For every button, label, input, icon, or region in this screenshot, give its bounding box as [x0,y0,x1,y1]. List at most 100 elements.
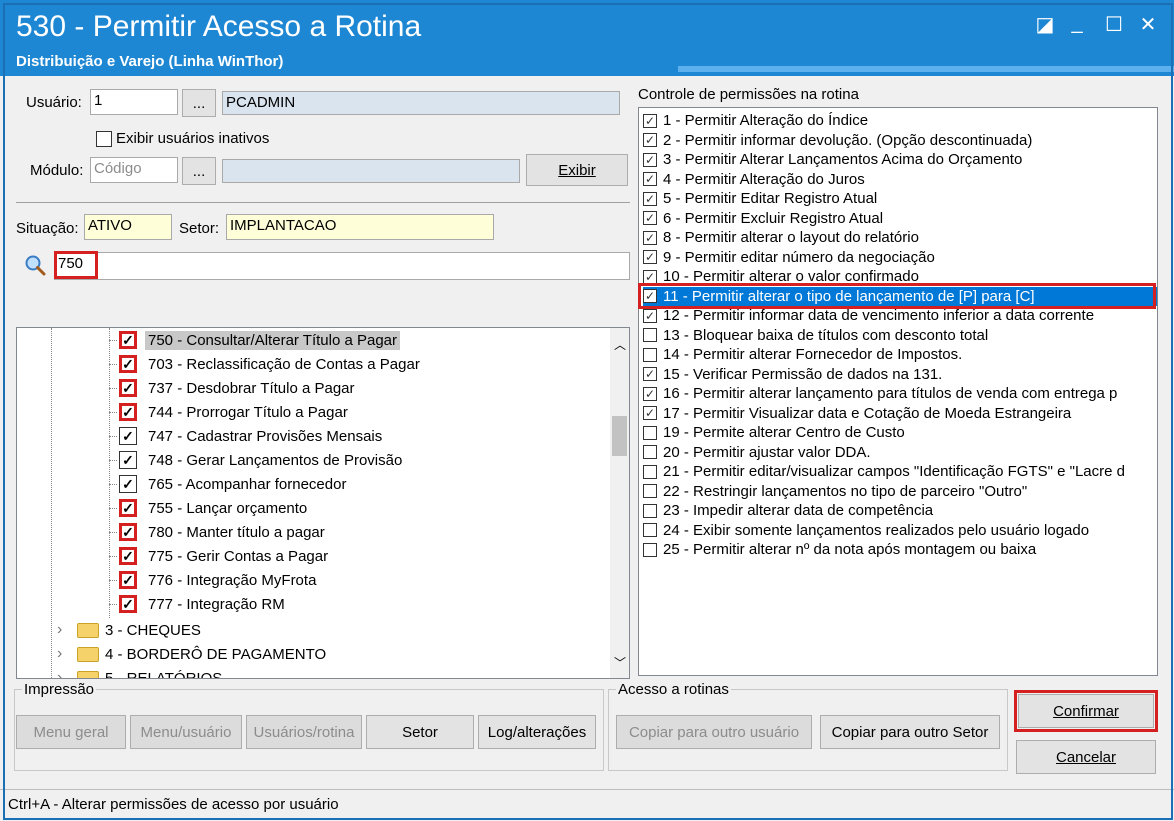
inativos-checkbox-row[interactable]: Exibir usuários inativos [96,130,269,147]
menu-geral-button[interactable]: Menu geral [16,715,126,749]
tree-item[interactable]: ✓ 703 - Reclassificação de Contas a Pagar [109,352,423,376]
tree-scrollbar[interactable]: ︿ ﹀ [610,328,629,678]
permission-item[interactable]: ✓ 6 - Permitir Excluir Registro Atual [643,209,1157,228]
permission-item[interactable]: 14 - Permitir alterar Fornecedor de Impo… [643,345,1157,364]
permission-checkbox[interactable] [643,464,657,479]
tree-item[interactable]: ✓ 748 - Gerar Lançamentos de Provisão [109,448,405,472]
close-button[interactable]: ✕ [1131,12,1165,37]
copiar-usuario-button[interactable]: Copiar para outro usuário [616,715,812,749]
tree-item[interactable]: ✓ 780 - Manter título a pagar [109,520,328,544]
rotinas-tree[interactable]: ✓ 750 - Consultar/Alterar Título a Pagar ✓… [16,327,630,679]
permission-item[interactable]: 22 - Restringir lançamentos no tipo de p… [643,482,1157,501]
tree-item-checkbox[interactable]: ✓ [119,595,137,613]
tree-item[interactable]: ✓ 777 - Integração RM [109,592,288,616]
expand-chevron-icon[interactable]: › [57,621,71,639]
usuario-lookup-button[interactable]: ... [182,89,216,117]
permission-item[interactable]: ✓ 4 - Permitir Alteração do Juros [643,170,1157,189]
permission-item[interactable]: 20 - Permitir ajustar valor DDA. [643,443,1157,462]
permission-checkbox[interactable]: ✓ [643,250,657,264]
tree-item[interactable]: ✓ 750 - Consultar/Alterar Título a Pagar [109,328,401,352]
permission-checkbox[interactable] [643,542,657,557]
tree-item[interactable]: ✓ 765 - Acompanhar fornecedor [109,472,349,496]
permission-checkbox[interactable] [643,328,657,342]
maximize-button[interactable]: ☐ [1097,12,1131,37]
permission-item[interactable]: ✓ 9 - Permitir editar número da negociaçã… [643,248,1157,267]
scroll-down-icon[interactable]: ﹀ [614,654,626,671]
permission-checkbox[interactable]: ✓ [643,211,657,225]
permission-checkbox[interactable] [643,347,657,362]
tree-item-checkbox[interactable]: ✓ [119,499,137,517]
tree-folder[interactable]: › 4 - BORDERÔ DE PAGAMENTO [57,642,326,666]
permissions-list[interactable]: ✓ 1 - Permitir Alteração do Índice ✓ 2 - Pe… [638,107,1158,676]
tree-item-checkbox[interactable]: ✓ [119,379,137,397]
tree-item[interactable]: ✓ 775 - Gerir Contas a Pagar [109,544,331,568]
tree-item-checkbox[interactable]: ✓ [119,427,137,445]
tree-item[interactable]: ✓ 747 - Cadastrar Provisões Mensais [109,424,385,448]
permission-checkbox[interactable]: ✓ [643,230,657,245]
tree-item[interactable]: ✓ 737 - Desdobrar Título a Pagar [109,376,358,400]
permission-checkbox[interactable] [643,503,657,518]
tree-item-checkbox[interactable]: ✓ [119,571,137,589]
permission-item[interactable]: 24 - Exibir somente lançamentos realizad… [643,521,1157,540]
usuario-code-input[interactable]: 1 [90,89,178,115]
tree-item-checkbox[interactable]: ✓ [119,331,137,349]
permission-item[interactable]: ✓ 16 - Permitir alterar lançamento para t… [643,384,1157,403]
permission-item[interactable]: ✓ 8 - Permitir alterar o layout do relató… [643,228,1157,247]
tree-item[interactable]: ✓ 744 - Prorrogar Título a Pagar [109,400,351,424]
permission-checkbox[interactable] [643,484,657,498]
permission-checkbox[interactable]: ✓ [643,172,657,186]
scroll-thumb[interactable] [612,416,627,456]
expand-chevron-icon[interactable]: › [57,645,71,663]
permission-item[interactable]: 19 - Permite alterar Centro de Custo [643,423,1157,442]
permission-item[interactable]: 13 - Bloquear baixa de títulos com desco… [643,326,1157,345]
permission-checkbox[interactable] [643,445,657,459]
setor-button[interactable]: Setor [366,715,474,749]
tree-folder[interactable]: › 3 - CHEQUES [57,618,201,642]
tree-item[interactable]: ✓ 776 - Integração MyFrota [109,568,319,592]
permission-item[interactable]: 25 - Permitir alterar nº da nota após mo… [643,540,1157,559]
restore-icon[interactable]: ◪ [1028,12,1062,37]
tree-item[interactable]: ✓ 755 - Lançar orçamento [109,496,310,520]
permission-checkbox[interactable]: ✓ [643,191,657,206]
tree-item-checkbox[interactable]: ✓ [119,523,137,541]
permission-item[interactable]: 23 - Impedir alterar data de competência [643,501,1157,520]
permission-checkbox[interactable]: ✓ [643,308,657,323]
permission-checkbox[interactable]: ✓ [643,133,657,147]
tree-item-checkbox[interactable]: ✓ [119,451,137,469]
log-alteracoes-button[interactable]: Log/alterações [478,715,596,749]
permission-item[interactable]: 21 - Permitir editar/visualizar campos "… [643,462,1157,481]
permission-item[interactable]: ✓ 17 - Permitir Visualizar data e Cotação… [643,404,1157,423]
permission-checkbox[interactable]: ✓ [643,386,657,401]
minimize-button[interactable]: _ [1060,12,1094,35]
permission-item[interactable]: ✓ 1 - Permitir Alteração do Índice [643,111,1157,130]
permission-checkbox[interactable]: ✓ [643,152,657,167]
permission-item[interactable]: ✓ 2 - Permitir informar devolução. (Opção… [643,131,1157,150]
inativos-checkbox[interactable] [96,130,112,147]
menu-usuario-button[interactable]: Menu/usuário [130,715,242,749]
tree-item-checkbox[interactable]: ✓ [119,547,137,565]
tree-item-checkbox[interactable]: ✓ [119,403,137,421]
scroll-up-icon[interactable]: ︿ [614,336,626,353]
permission-item[interactable]: ✓ 15 - Verificar Permissão de dados na 13… [643,365,1157,384]
permission-checkbox[interactable]: ✓ [643,113,657,128]
expand-chevron-icon[interactable]: › [57,669,71,678]
copiar-setor-button[interactable]: Copiar para outro Setor [820,715,1000,749]
usuarios-rotina-button[interactable]: Usuários/rotina [246,715,362,749]
modulo-lookup-button[interactable]: ... [182,157,216,185]
permission-item[interactable]: ✓ 5 - Permitir Editar Registro Atual [643,189,1157,208]
usuario-name-field: PCADMIN [222,91,620,115]
permission-checkbox[interactable] [643,425,657,440]
permission-checkbox[interactable] [643,523,657,537]
permission-checkbox[interactable]: ✓ [643,406,657,420]
tree-folder[interactable]: › 5 - RELATÓRIOS [57,666,222,678]
modulo-code-input[interactable]: Código [90,157,178,183]
permission-checkbox[interactable]: ✓ [643,367,657,381]
permission-item[interactable]: ✓ 3 - Permitir Alterar Lançamentos Acima … [643,150,1157,169]
tree-item-checkbox[interactable]: ✓ [119,475,137,493]
cancelar-button[interactable]: Cancelar [1016,740,1156,774]
search-input[interactable]: 750 [54,252,630,280]
highlight-box [54,251,98,279]
exibir-button[interactable]: Exibir [526,154,628,186]
tree-item-checkbox[interactable]: ✓ [119,355,137,373]
permission-checkbox[interactable]: ✓ [643,269,657,284]
